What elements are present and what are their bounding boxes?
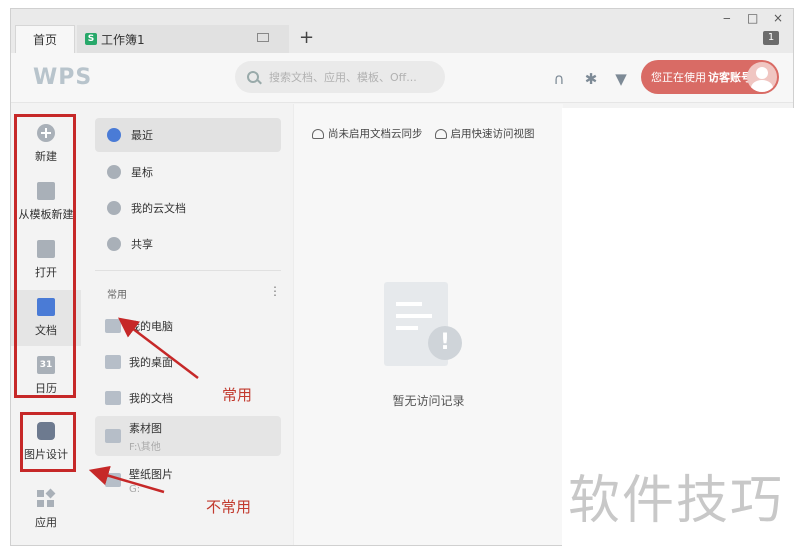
arrow-common [118,317,199,379]
arrow-uncommon [88,465,165,494]
annotation-arrows [88,317,199,494]
